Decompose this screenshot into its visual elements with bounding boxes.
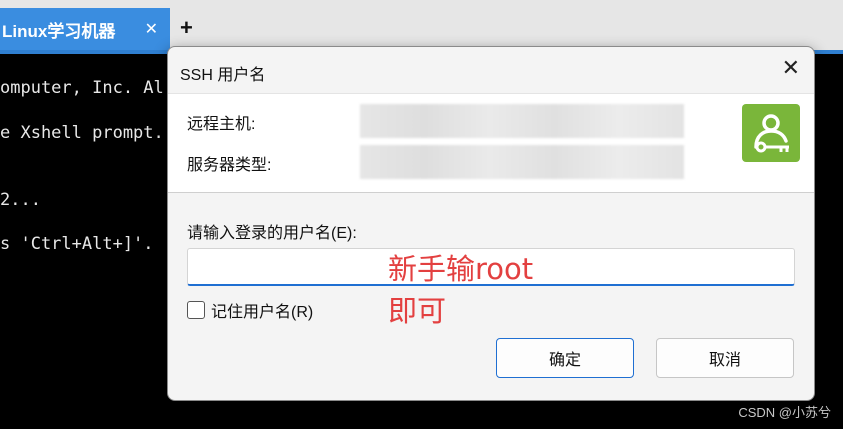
remember-username[interactable]: 记住用户名(R) — [187, 298, 313, 322]
ok-button[interactable]: 确定 — [496, 338, 634, 378]
annotation-text: 即可 — [388, 294, 447, 328]
tab-close-icon[interactable]: ✕ — [145, 19, 158, 39]
user-key-icon — [742, 104, 800, 162]
remember-username-checkbox[interactable] — [187, 301, 205, 319]
username-prompt: 请输入登录的用户名(E): — [187, 225, 357, 242]
remote-host-label: 远程主机: — [187, 116, 256, 133]
terminal-line: omputer, Inc. Al — [0, 78, 164, 98]
dialog-title: SSH 用户名 — [180, 67, 266, 84]
session-tab[interactable]: Linux学习机器 ✕ — [0, 8, 170, 50]
remote-host-value-redacted — [360, 104, 684, 138]
ssh-username-dialog: SSH 用户名 ✕ 远程主机: 服务器类型: 请输入登录的用户名(E): 记住用… — [167, 46, 815, 401]
new-tab-button[interactable]: + — [180, 15, 193, 41]
host-info-panel: 远程主机: 服务器类型: — [168, 93, 814, 193]
watermark: CSDN @小苏兮 — [738, 405, 831, 420]
terminal-line: 2... — [0, 190, 41, 210]
terminal-line: s 'Ctrl+Alt+]'. — [0, 234, 154, 254]
close-icon[interactable]: ✕ — [782, 55, 800, 81]
annotation-text: 新手输root — [388, 252, 534, 286]
cancel-button[interactable]: 取消 — [656, 338, 794, 378]
server-type-label: 服务器类型: — [187, 157, 272, 174]
terminal-line: e Xshell prompt. — [0, 123, 164, 143]
tab-title: Linux学习机器 — [2, 21, 116, 41]
remember-username-label: 记住用户名(R) — [211, 304, 314, 321]
server-type-value-redacted — [360, 145, 684, 179]
